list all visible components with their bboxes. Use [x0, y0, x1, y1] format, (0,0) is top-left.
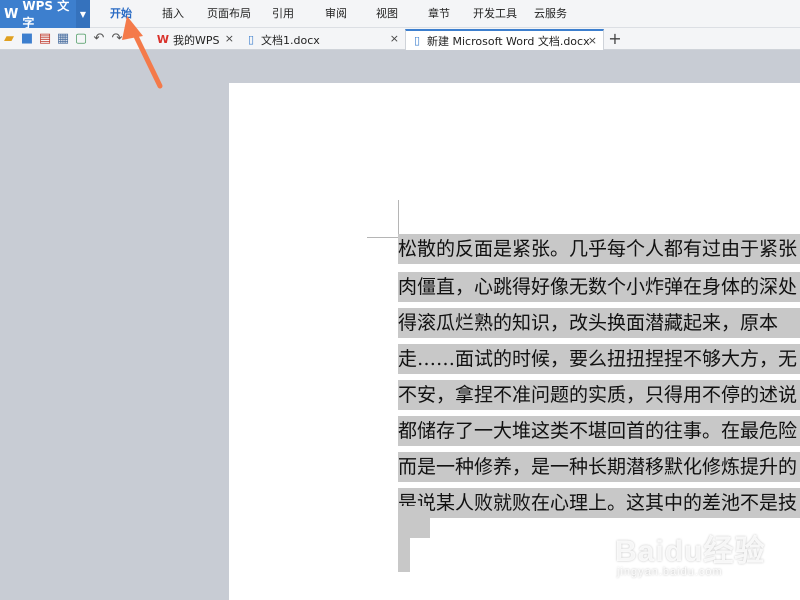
- document-text-line[interactable]: 不安，拿捏不准问题的实质，只得用不停的述说: [398, 380, 800, 410]
- doc-tab-my-wps[interactable]: W 我的WPS ×: [152, 29, 240, 50]
- document-text-line[interactable]: 得滚瓜烂熟的知识，改头换面潜藏起来，原本: [398, 308, 800, 338]
- export-pdf-icon[interactable]: ▤: [37, 31, 53, 47]
- wps-logo-icon: W: [4, 6, 19, 22]
- close-icon[interactable]: ×: [225, 32, 234, 45]
- document-icon: ▯: [247, 33, 255, 46]
- tab-review[interactable]: 审阅: [325, 0, 347, 28]
- wps-icon: W: [156, 33, 170, 46]
- margin-corner-mark: [367, 237, 399, 238]
- print-preview-icon[interactable]: ▢: [73, 31, 89, 47]
- document-text-line[interactable]: 松散的反面是紧张。几乎每个人都有过由于紧张: [398, 234, 800, 264]
- redo-icon[interactable]: ↷: [109, 31, 125, 47]
- doc-tab-label: 我的WPS: [173, 33, 220, 47]
- doc-tab-label: 文档1.docx: [261, 33, 320, 47]
- tab-home[interactable]: 开始: [110, 0, 132, 28]
- wps-logo-label: WPS 文字: [22, 0, 70, 30]
- doc-tab-new-word-document[interactable]: ▯ 新建 Microsoft Word 文档.docx ×: [405, 29, 604, 50]
- selection-highlight: [398, 506, 430, 538]
- tab-cloud-services[interactable]: 云服务: [534, 0, 567, 28]
- document-text-line[interactable]: 都储存了一大堆这类不堪回首的往事。在最危险: [398, 416, 800, 446]
- doc-tab-label: 新建 Microsoft Word 文档.docx: [427, 34, 590, 48]
- close-icon[interactable]: ×: [390, 32, 399, 45]
- tab-sections[interactable]: 章节: [428, 0, 450, 28]
- save-icon[interactable]: ■: [19, 31, 35, 47]
- document-icon: ▯: [413, 34, 421, 47]
- quick-access-toolbar: ▰ ■ ▤ ▦ ▢ ↶ ↷ W 我的WPS × ▯ 文档1.docx × ▯ 新…: [0, 28, 800, 50]
- selection-highlight: [398, 538, 410, 572]
- margin-corner-mark: [398, 200, 399, 238]
- undo-icon[interactable]: ↶: [91, 31, 107, 47]
- open-folder-icon[interactable]: ▰: [1, 31, 17, 47]
- print-icon[interactable]: ▦: [55, 31, 71, 47]
- tab-page-layout[interactable]: 页面布局: [207, 0, 251, 28]
- tab-references[interactable]: 引用: [272, 0, 294, 28]
- tab-developer-tools[interactable]: 开发工具: [473, 0, 517, 28]
- add-tab-button[interactable]: +: [606, 29, 624, 49]
- document-text-line[interactable]: 肉僵直，心跳得好像无数个小炸弹在身体的深处: [398, 272, 800, 302]
- close-icon[interactable]: ×: [588, 34, 597, 47]
- document-text-line[interactable]: 是说某人败就败在心理上。这其中的差池不是技: [398, 488, 800, 518]
- watermark-brand: Baidu经验: [615, 535, 766, 568]
- app-menu-dropdown-icon[interactable]: ▼: [76, 0, 90, 28]
- wps-app-menu-button[interactable]: W WPS 文字: [0, 0, 76, 30]
- tab-view[interactable]: 视图: [376, 0, 398, 28]
- doc-tab-document1[interactable]: ▯ 文档1.docx ×: [240, 29, 405, 50]
- document-text-line[interactable]: 走……面试的时候，要么扭扭捏捏不够大方，无: [398, 344, 800, 374]
- ribbon-tab-bar: W WPS 文字 ▼ 开始 插入 页面布局 引用 审阅 视图 章节 开发工具 云…: [0, 0, 800, 30]
- tab-insert[interactable]: 插入: [162, 0, 184, 28]
- watermark-site: jingyan.baidu.com: [617, 566, 723, 578]
- document-text-line[interactable]: 而是一种修养，是一种长期潜移默化修炼提升的: [398, 452, 800, 482]
- baidu-jingyan-watermark: Baidu经验 jingyan.baidu.com: [615, 520, 785, 590]
